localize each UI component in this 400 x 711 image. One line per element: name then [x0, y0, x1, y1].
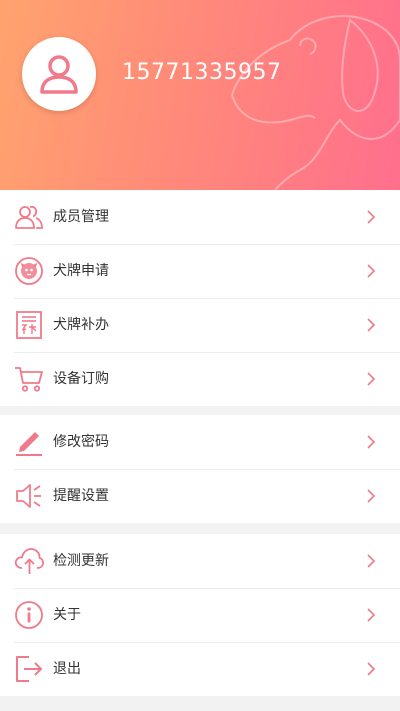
menu-item-label: 犬牌补办	[53, 317, 109, 333]
chevron-right-icon	[367, 608, 376, 622]
members-icon	[14, 202, 44, 232]
menu-item-members[interactable]: 成员管理	[0, 190, 400, 244]
menu-item-label: 提醒设置	[53, 488, 109, 504]
chevron-right-icon	[367, 554, 376, 568]
cloud-upload-icon	[14, 546, 44, 576]
chevron-right-icon	[367, 489, 376, 503]
profile-header: 15771335957	[0, 0, 400, 190]
menu-item-label: 退出	[53, 661, 81, 677]
dog-tag-reissue-icon	[14, 310, 44, 340]
info-icon	[14, 600, 44, 630]
menu-group-system: 检测更新 关于 退出	[0, 534, 400, 696]
menu-item-dog-tag-reissue[interactable]: 犬牌补办	[0, 298, 400, 352]
menu-item-dog-tag-apply[interactable]: 犬牌申请	[0, 244, 400, 298]
chevron-right-icon	[367, 662, 376, 676]
menu-item-label: 成员管理	[53, 209, 109, 225]
dog-tag-apply-icon	[14, 256, 44, 286]
menu-group-account: 成员管理 犬牌申请 犬牌补办 设备订购	[0, 190, 400, 406]
chevron-right-icon	[367, 372, 376, 386]
chevron-right-icon	[367, 318, 376, 332]
menu-item-label: 关于	[53, 607, 81, 623]
avatar[interactable]	[22, 37, 96, 111]
phone-number: 15771335957	[122, 60, 282, 85]
edit-pen-icon	[14, 427, 44, 457]
chevron-right-icon	[367, 435, 376, 449]
menu-item-label: 犬牌申请	[53, 263, 109, 279]
speaker-icon	[14, 481, 44, 511]
menu-item-label: 修改密码	[53, 434, 109, 450]
menu-group-settings: 修改密码 提醒设置	[0, 415, 400, 523]
menu-item-logout[interactable]: 退出	[0, 642, 400, 696]
menu-item-check-update[interactable]: 检测更新	[0, 534, 400, 588]
chevron-right-icon	[367, 264, 376, 278]
menu-item-reminder-settings[interactable]: 提醒设置	[0, 469, 400, 523]
user-icon	[40, 55, 78, 94]
menu-item-label: 检测更新	[53, 553, 109, 569]
menu-item-change-password[interactable]: 修改密码	[0, 415, 400, 469]
shopping-cart-icon	[14, 364, 44, 394]
menu-item-device-order[interactable]: 设备订购	[0, 352, 400, 406]
menu-item-label: 设备订购	[53, 371, 109, 387]
menu-item-about[interactable]: 关于	[0, 588, 400, 642]
chevron-right-icon	[367, 210, 376, 224]
logout-icon	[14, 654, 44, 684]
